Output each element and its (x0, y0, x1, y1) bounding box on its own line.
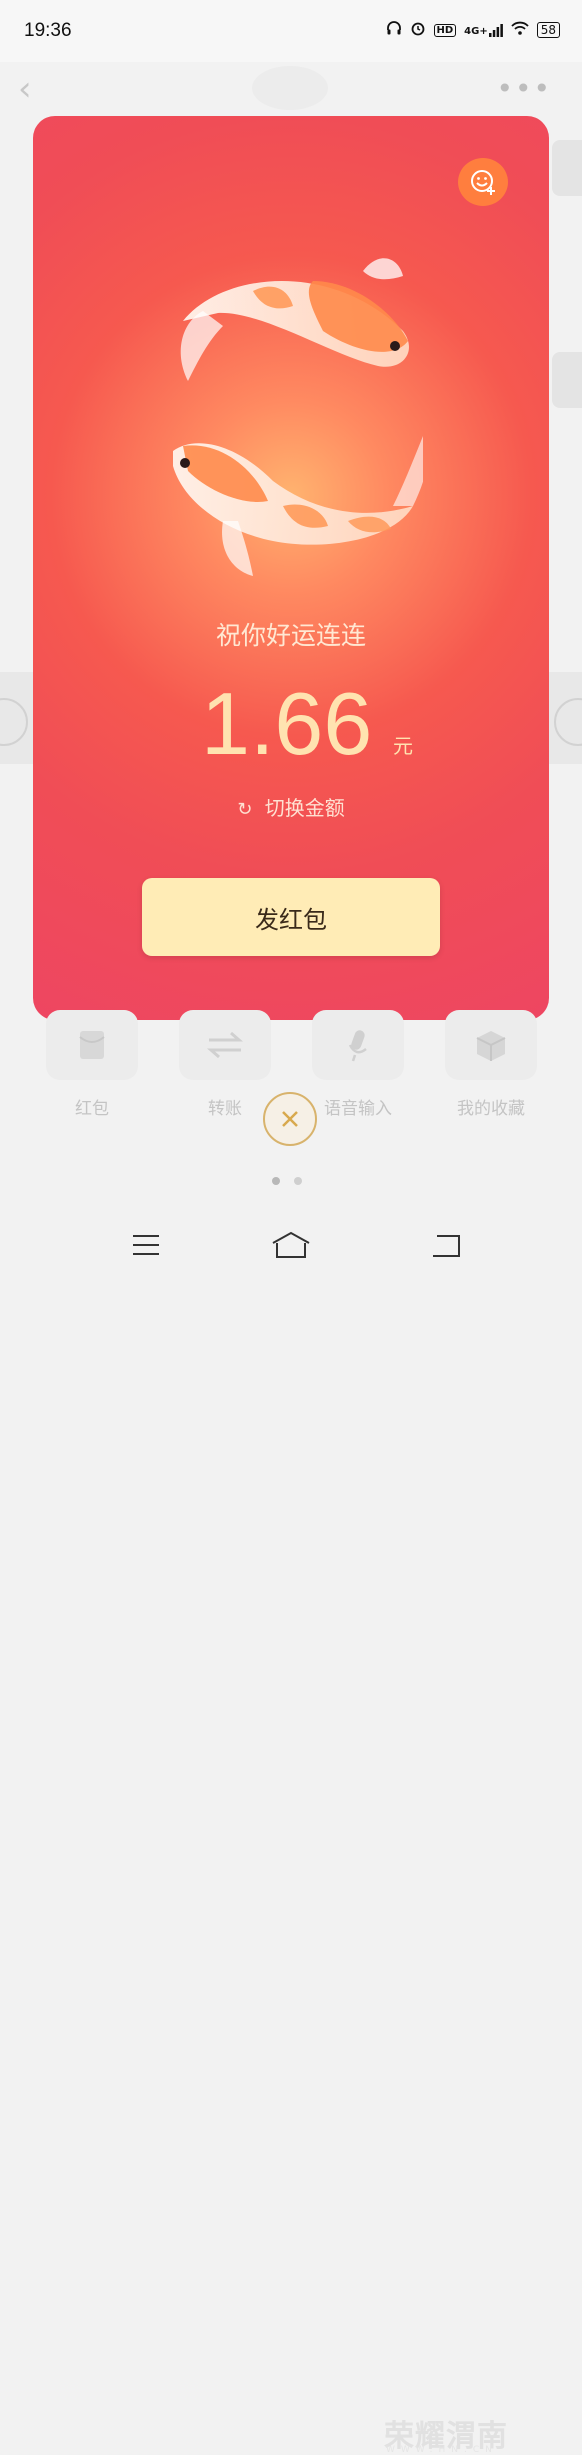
tray-item-transfer[interactable]: 转账 (179, 1010, 271, 1119)
nav-menu-button[interactable] (121, 1227, 171, 1263)
tray-label: 我的收藏 (457, 1099, 525, 1119)
menu-icon (133, 1235, 159, 1255)
page-dot (272, 1177, 280, 1185)
amount-value: 1.66 (201, 674, 373, 773)
tray-item-favorites[interactable]: 我的收藏 (445, 1010, 537, 1119)
microphone-icon (312, 1010, 404, 1080)
tray-label: 语音输入 (324, 1099, 392, 1119)
hd-icon: HD (433, 23, 457, 37)
tray-label: 转账 (208, 1099, 242, 1119)
amount-row: 1.66 元 (33, 676, 549, 772)
alarm-icon (410, 20, 426, 40)
greeting-text: 祝你好运连连 (215, 621, 366, 650)
refresh-icon: ↻ (237, 799, 253, 820)
page-dot (294, 1177, 302, 1185)
status-time: 19:36 (24, 20, 72, 41)
navigation-bar: 荣耀渭南 WWW.HN.CN (0, 1205, 582, 2455)
red-packet-card: 祝你好运连连 1.66 元 ↻ 切换金额 发红包 (33, 116, 549, 1020)
avatar (252, 66, 328, 110)
koi-fish-top (180, 258, 409, 381)
network-label: 4G+ (464, 26, 488, 37)
nav-back-button[interactable] (420, 1227, 470, 1263)
red-packet-icon (46, 1010, 138, 1080)
status-icons: HD 4G+ 58 (386, 20, 560, 40)
more-options-icon[interactable]: ••• (496, 72, 552, 105)
tray-label: 红包 (75, 1099, 109, 1119)
koi-fish-illustration (173, 258, 423, 576)
home-icon (272, 1231, 310, 1258)
tray-item-voice-input[interactable]: 语音输入 (312, 1010, 404, 1119)
favorites-icon (445, 1010, 537, 1080)
nav-home-button[interactable] (266, 1227, 316, 1263)
tray-item-red-packet[interactable]: 红包 (46, 1010, 138, 1119)
watermark-sub: WWW.HN.CN (386, 2445, 498, 2455)
koi-fish-bottom (173, 435, 423, 576)
send-red-packet-button[interactable]: 发红包 (142, 878, 440, 956)
add-sticker-button[interactable] (458, 158, 508, 206)
switch-amount-button[interactable]: ↻ 切换金额 (33, 792, 549, 821)
chat-bubble-peek (552, 352, 582, 408)
transfer-icon (179, 1010, 271, 1080)
signal-icon: 4G+ (464, 23, 503, 37)
back-chevron-icon[interactable]: ‹ (18, 72, 32, 106)
battery-icon: 58 (536, 22, 560, 38)
chat-header: ‹ ••• (0, 62, 582, 120)
currency-unit: 元 (393, 734, 413, 758)
headphones-icon (386, 20, 402, 40)
switch-amount-label: 切换金额 (264, 796, 345, 820)
chat-bubble-peek (552, 140, 582, 196)
smile-plus-icon (471, 170, 495, 195)
wifi-icon (511, 21, 529, 39)
close-icon (282, 1111, 298, 1127)
close-button[interactable] (263, 1092, 317, 1146)
status-bar: 19:36 HD 4G+ 58 (0, 0, 582, 62)
back-icon (433, 1235, 460, 1257)
page-indicator (272, 1177, 302, 1185)
